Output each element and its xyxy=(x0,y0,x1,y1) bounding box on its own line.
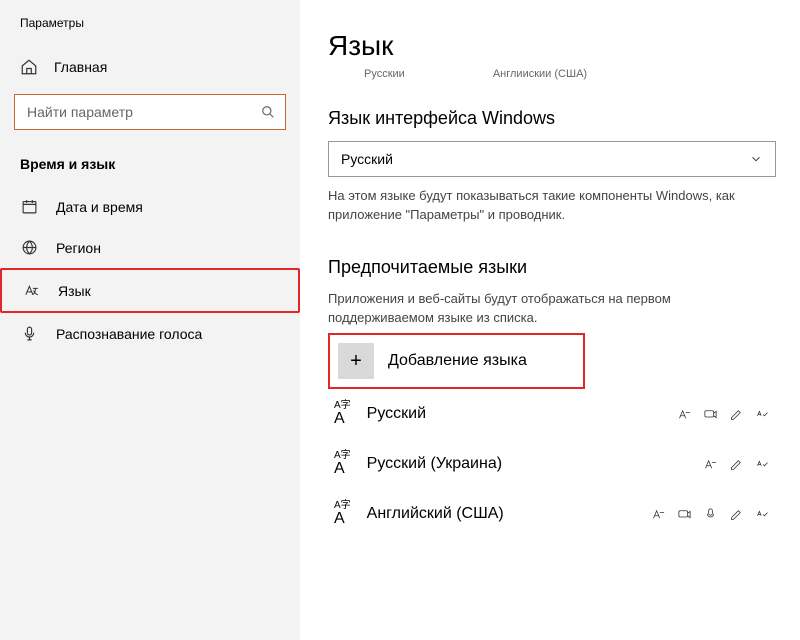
globe-icon xyxy=(20,239,38,256)
spellcheck-badge-icon xyxy=(754,506,770,522)
calendar-icon xyxy=(20,198,38,215)
main-content: Язык Русскии Англиискии (США) Язык интер… xyxy=(300,0,800,640)
tts-badge-icon xyxy=(702,406,718,422)
sidebar-item-region[interactable]: Регион xyxy=(0,227,300,268)
plus-icon: + xyxy=(338,343,374,379)
handwriting-badge-icon xyxy=(728,456,744,472)
lang-item-russian-ukraine[interactable]: A字A Русский (Украина) xyxy=(328,439,776,489)
display-lang-select[interactable]: Русский xyxy=(328,141,776,177)
summary-left: Русскии xyxy=(364,68,405,80)
speech-badge-icon xyxy=(702,506,718,522)
display-lang-badge-icon xyxy=(676,406,692,422)
preferred-lang-desc: Приложения и веб-сайты будут отображатьс… xyxy=(328,290,776,328)
sidebar-item-home[interactable]: Главная xyxy=(0,48,300,86)
sidebar-item-label: Язык xyxy=(58,283,91,299)
add-language-button[interactable]: + Добавление языка xyxy=(328,333,585,389)
page-title: Язык xyxy=(328,30,776,62)
add-language-label: Добавление языка xyxy=(388,352,527,370)
language-glyph-icon: A字A xyxy=(334,501,351,527)
lang-name: Русский (Украина) xyxy=(367,455,502,473)
home-icon xyxy=(20,58,38,76)
search-icon xyxy=(261,105,275,119)
home-label: Главная xyxy=(54,59,107,75)
handwriting-badge-icon xyxy=(728,506,744,522)
search-input[interactable] xyxy=(14,94,286,130)
spellcheck-badge-icon xyxy=(754,456,770,472)
lang-item-english-us[interactable]: A字A Английский (США) xyxy=(328,489,776,539)
lang-name: Русский xyxy=(367,405,426,423)
lang-feature-badges xyxy=(702,456,770,472)
handwriting-badge-icon xyxy=(728,406,744,422)
preferred-lang-header: Предпочитаемые языки xyxy=(328,257,776,278)
display-lang-badge-icon xyxy=(650,506,666,522)
app-title: Параметры xyxy=(0,10,300,48)
language-summary: Русскии Англиискии (США) xyxy=(364,68,776,80)
sidebar: Параметры Главная Время и язык Дата и вр… xyxy=(0,0,300,640)
display-lang-header: Язык интерфейса Windows xyxy=(328,108,776,129)
sidebar-item-datetime[interactable]: Дата и время xyxy=(0,186,300,227)
lang-name: Английский (США) xyxy=(367,505,504,523)
display-lang-badge-icon xyxy=(702,456,718,472)
spellcheck-badge-icon xyxy=(754,406,770,422)
lang-item-russian[interactable]: A字A Русский xyxy=(328,389,776,439)
display-lang-desc: На этом языке будут показываться такие к… xyxy=(328,187,776,225)
lang-feature-badges xyxy=(676,406,770,422)
language-icon xyxy=(22,282,40,299)
language-glyph-icon: A字A xyxy=(334,451,351,477)
sidebar-item-label: Регион xyxy=(56,240,101,256)
sidebar-item-label: Дата и время xyxy=(56,199,143,215)
sidebar-item-language[interactable]: Язык xyxy=(0,268,300,313)
sidebar-item-label: Распознавание голоса xyxy=(56,326,202,342)
display-lang-value: Русский xyxy=(341,151,393,167)
language-glyph-icon: A字A xyxy=(334,401,351,427)
lang-feature-badges xyxy=(650,506,770,522)
summary-right: Англиискии (США) xyxy=(493,68,587,80)
sidebar-section-header: Время и язык xyxy=(0,148,300,186)
microphone-icon xyxy=(20,325,38,342)
search-wrap xyxy=(14,94,286,130)
sidebar-item-speech[interactable]: Распознавание голоса xyxy=(0,313,300,354)
tts-badge-icon xyxy=(676,506,692,522)
chevron-down-icon xyxy=(749,152,763,166)
search-field[interactable] xyxy=(25,103,261,121)
